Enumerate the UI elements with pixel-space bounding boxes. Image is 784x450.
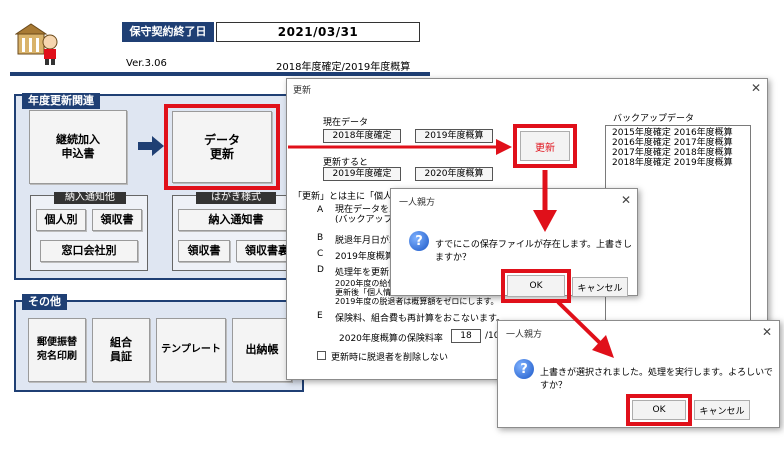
arrow-down-to-confirm-icon bbox=[533, 170, 557, 232]
arrow-to-second-confirm-icon bbox=[556, 300, 614, 358]
annotation-arrows bbox=[288, 139, 614, 358]
arrow-to-dialog-update-icon bbox=[288, 139, 512, 155]
